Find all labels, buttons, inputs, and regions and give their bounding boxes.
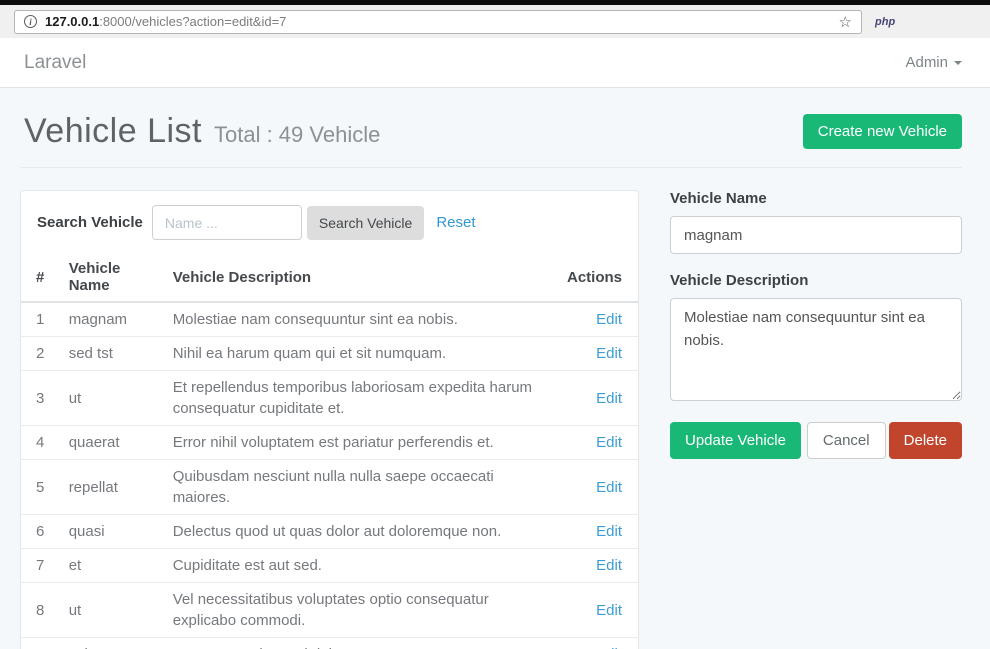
vehicle-name-cell: voluptates xyxy=(61,638,165,649)
vehicle-name-cell: repellat xyxy=(61,460,165,515)
vehicle-description-cell: Quaerat maxime qui dolore. xyxy=(165,638,559,649)
row-number: 9 xyxy=(21,638,61,649)
vehicle-description-cell: Error nihil voluptatem est pariatur perf… xyxy=(165,426,559,460)
search-label: Search Vehicle xyxy=(37,214,143,231)
total-count: Total : 49 Vehicle xyxy=(214,122,380,148)
actions-cell: Edit xyxy=(559,460,638,515)
update-vehicle-button[interactable]: Update Vehicle xyxy=(670,422,801,459)
vehicle-list-card: Search Vehicle Search Vehicle Reset # Ve… xyxy=(20,190,639,649)
actions-cell: Edit xyxy=(559,371,638,426)
user-menu-dropdown[interactable]: Admin xyxy=(905,54,962,71)
row-number: 6 xyxy=(21,515,61,549)
actions-cell: Edit xyxy=(559,549,638,583)
col-header-number: # xyxy=(21,253,61,302)
bookmark-star-icon[interactable]: ☆ xyxy=(839,13,852,31)
row-number: 1 xyxy=(21,302,61,337)
main-content: Vehicle List Total : 49 Vehicle Create n… xyxy=(0,88,990,649)
cancel-button[interactable]: Cancel xyxy=(807,422,886,459)
actions-cell: Edit xyxy=(559,337,638,371)
table-row: 1magnamMolestiae nam consequuntur sint e… xyxy=(21,302,638,337)
search-bar: Search Vehicle Search Vehicle Reset xyxy=(21,191,638,253)
browser-toolbar: i 127.0.0.1:8000/vehicles?action=edit&id… xyxy=(0,5,990,38)
vehicle-description-cell: Cupiditate est aut sed. xyxy=(165,549,559,583)
vehicle-description-cell: Nihil ea harum quam qui et sit numquam. xyxy=(165,337,559,371)
table-row: 6quasiDelectus quod ut quas dolor aut do… xyxy=(21,515,638,549)
row-number: 3 xyxy=(21,371,61,426)
edit-link[interactable]: Edit xyxy=(596,602,622,619)
actions-cell: Edit xyxy=(559,302,638,337)
vehicle-name-cell: ut xyxy=(61,583,165,638)
table-row: 3utEt repellendus temporibus laboriosam … xyxy=(21,371,638,426)
row-number: 2 xyxy=(21,337,61,371)
vehicle-name-input[interactable] xyxy=(670,216,962,254)
caret-down-icon xyxy=(954,61,962,65)
table-row: 4quaeratError nihil voluptatem est paria… xyxy=(21,426,638,460)
app-navbar: Laravel Admin xyxy=(0,38,990,88)
actions-cell: Edit xyxy=(559,515,638,549)
row-number: 4 xyxy=(21,426,61,460)
edit-link[interactable]: Edit xyxy=(596,557,622,574)
vehicle-name-cell: magnam xyxy=(61,302,165,337)
navbar-brand[interactable]: Laravel xyxy=(24,52,86,74)
row-number: 7 xyxy=(21,549,61,583)
col-header-actions: Actions xyxy=(559,253,638,302)
vehicle-description-textarea[interactable]: Molestiae nam consequuntur sint ea nobis… xyxy=(670,298,962,401)
vehicle-name-cell: et xyxy=(61,549,165,583)
bookmark-php[interactable]: php xyxy=(875,16,895,28)
delete-button[interactable]: Delete xyxy=(889,422,962,459)
edit-link[interactable]: Edit xyxy=(596,311,622,328)
vehicle-name-cell: sed tst xyxy=(61,337,165,371)
table-row: 8utVel necessitatibus voluptates optio c… xyxy=(21,583,638,638)
vehicle-description-label: Vehicle Description xyxy=(670,272,962,289)
user-menu-label: Admin xyxy=(905,54,948,71)
vehicle-description-cell: Molestiae nam consequuntur sint ea nobis… xyxy=(165,302,559,337)
url-text: 127.0.0.1:8000/vehicles?action=edit&id=7 xyxy=(45,14,286,29)
page-header: Vehicle List Total : 49 Vehicle Create n… xyxy=(20,112,962,151)
vehicle-description-cell: Quibusdam nesciunt nulla nulla saepe occ… xyxy=(165,460,559,515)
form-buttons: Update Vehicle Cancel Delete xyxy=(670,422,962,459)
vehicle-description-cell: Vel necessitatibus voluptates optio cons… xyxy=(165,583,559,638)
page-title: Vehicle List xyxy=(24,112,202,151)
col-header-name: Vehicle Name xyxy=(61,253,165,302)
reset-link[interactable]: Reset xyxy=(436,214,475,231)
edit-link[interactable]: Edit xyxy=(596,345,622,362)
vehicle-name-cell: ut xyxy=(61,371,165,426)
create-vehicle-button[interactable]: Create new Vehicle xyxy=(803,114,962,149)
edit-link[interactable]: Edit xyxy=(596,390,622,407)
table-row: 7etCupiditate est aut sed. Edit xyxy=(21,549,638,583)
vehicle-name-cell: quaerat xyxy=(61,426,165,460)
vehicle-name-label: Vehicle Name xyxy=(670,190,962,207)
search-button[interactable]: Search Vehicle xyxy=(307,206,424,240)
vehicle-table-body: 1magnamMolestiae nam consequuntur sint e… xyxy=(21,302,638,649)
table-row: 2sed tstNihil ea harum quam qui et sit n… xyxy=(21,337,638,371)
vehicle-description-cell: Delectus quod ut quas dolor aut doloremq… xyxy=(165,515,559,549)
actions-cell: Edit xyxy=(559,638,638,649)
vehicle-description-cell: Et repellendus temporibus laboriosam exp… xyxy=(165,371,559,426)
table-row: 5repellatQuibusdam nesciunt nulla nulla … xyxy=(21,460,638,515)
vehicle-name-cell: quasi xyxy=(61,515,165,549)
table-row: 9voluptatesQuaerat maxime qui dolore.Edi… xyxy=(21,638,638,649)
row-number: 8 xyxy=(21,583,61,638)
address-bar[interactable]: i 127.0.0.1:8000/vehicles?action=edit&id… xyxy=(14,10,862,34)
search-input[interactable] xyxy=(152,205,302,240)
vehicle-table: # Vehicle Name Vehicle Description Actio… xyxy=(21,253,638,649)
browser-window: i 127.0.0.1:8000/vehicles?action=edit&id… xyxy=(0,0,990,649)
table-header-row: # Vehicle Name Vehicle Description Actio… xyxy=(21,253,638,302)
page-info-icon[interactable]: i xyxy=(24,15,37,28)
edit-vehicle-form: Vehicle Name Vehicle Description Molesti… xyxy=(670,190,962,459)
actions-cell: Edit xyxy=(559,426,638,460)
col-header-description: Vehicle Description xyxy=(165,253,559,302)
actions-cell: Edit xyxy=(559,583,638,638)
row-number: 5 xyxy=(21,460,61,515)
edit-link[interactable]: Edit xyxy=(596,523,622,540)
header-divider xyxy=(20,167,962,168)
edit-link[interactable]: Edit xyxy=(596,434,622,451)
edit-link[interactable]: Edit xyxy=(596,479,622,496)
